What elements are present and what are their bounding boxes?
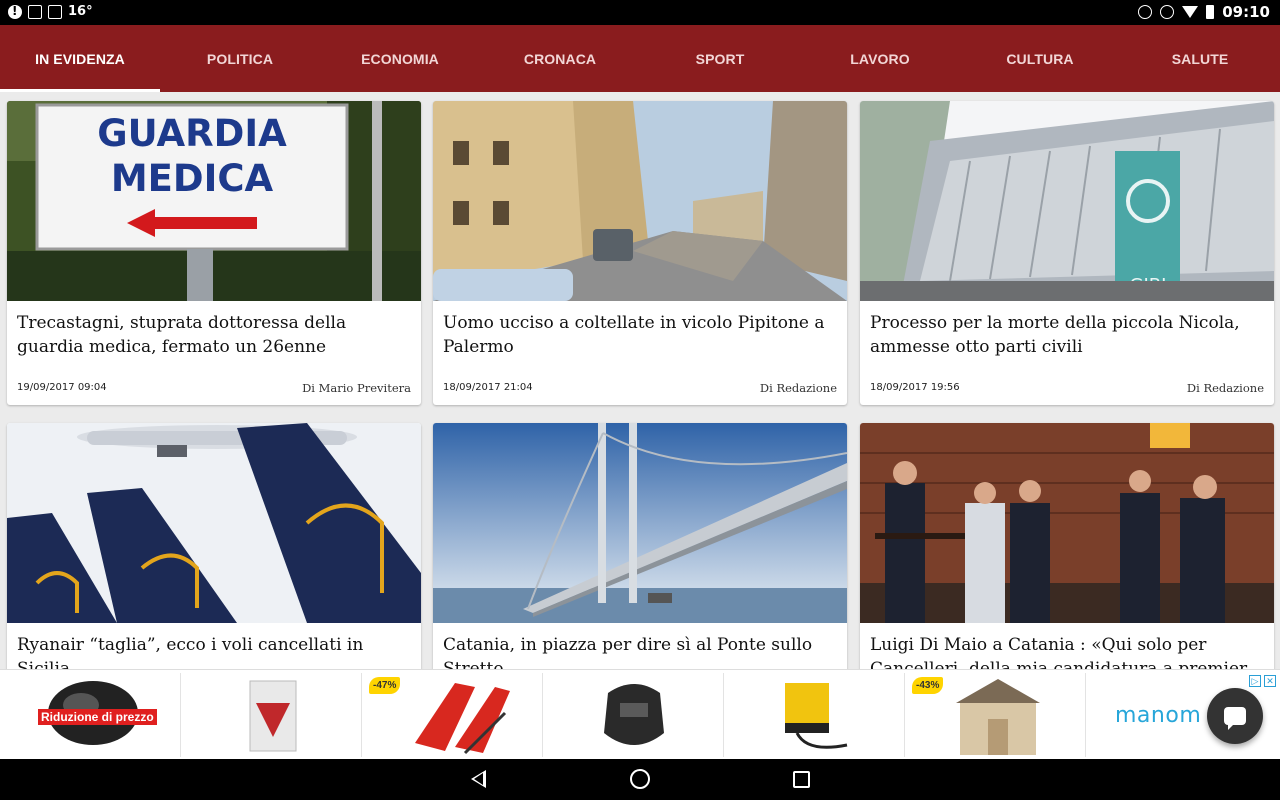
article-image: GUARDIA MEDICA xyxy=(7,101,421,301)
tab-economia[interactable]: ECONOMIA xyxy=(320,25,480,92)
article-image xyxy=(433,423,847,623)
ad-info-icon[interactable]: ▷ xyxy=(1249,675,1261,687)
sync-icon xyxy=(1138,5,1153,19)
ad-product-image xyxy=(249,680,297,752)
article-date: 18/09/2017 21:04 xyxy=(443,382,533,393)
status-bar-right: 09:10 xyxy=(1138,3,1270,21)
ad-item-welding-mask[interactable]: Riduzione di prezzo xyxy=(3,673,181,757)
image-icon xyxy=(48,4,62,19)
article-title: Luigi Di Maio a Catania : «Qui solo per … xyxy=(870,635,1248,669)
status-temperature: 16° xyxy=(68,4,93,19)
article-author: Di Redazione xyxy=(1186,381,1264,395)
chat-icon xyxy=(1224,707,1246,730)
alarm-icon xyxy=(1160,5,1175,19)
article-date: 18/09/2017 19:56 xyxy=(870,382,960,393)
sign-line-1: GUARDIA xyxy=(97,112,287,155)
tab-politica[interactable]: POLITICA xyxy=(160,25,320,92)
article-title: Processo per la morte della piccola Nico… xyxy=(870,313,1240,357)
bridge-image xyxy=(433,423,847,623)
status-time: 09:10 xyxy=(1222,3,1270,21)
article-image xyxy=(860,423,1274,623)
article-author: Di Mario Previtera xyxy=(302,381,411,395)
ad-item-welder[interactable] xyxy=(727,673,905,757)
home-icon[interactable] xyxy=(630,769,650,789)
tab-lavoro[interactable]: LAVORO xyxy=(800,25,960,92)
article-card[interactable]: Uomo ucciso a coltellate in vicolo Pipit… xyxy=(433,101,847,405)
ad-product-image xyxy=(785,683,848,749)
article-card[interactable]: GUARDIA MEDICA Trecastagni, stuprata dot… xyxy=(7,101,421,405)
system-navigation-bar xyxy=(0,759,1280,800)
tab-cultura[interactable]: CULTURA xyxy=(960,25,1120,92)
ad-banner: Riduzione di prezzo -47% -43% manom ▷ ✕ xyxy=(0,669,1280,759)
ad-price-badge: Riduzione di prezzo xyxy=(38,709,157,725)
ryanair-image xyxy=(7,423,421,623)
tab-cronaca[interactable]: CRONACA xyxy=(480,25,640,92)
article-image xyxy=(433,101,847,301)
ad-close-icon[interactable]: ✕ xyxy=(1264,675,1276,687)
ad-brand-logo: manom xyxy=(1115,703,1202,728)
chat-button[interactable] xyxy=(1207,688,1263,744)
article-card[interactable]: Ryanair “taglia”, ecco i voli cancellati… xyxy=(7,423,421,669)
article-title: Trecastagni, stuprata dottoressa della g… xyxy=(17,313,347,357)
ad-discount-badge: -43% xyxy=(912,677,944,694)
tab-salute[interactable]: SALUTE xyxy=(1120,25,1280,92)
status-bar-left: 16° xyxy=(8,4,93,19)
article-title: Catania, in piazza per dire sì al Ponte … xyxy=(443,635,813,669)
ad-item-car-ramps[interactable]: -47% xyxy=(365,673,543,757)
recent-apps-icon[interactable] xyxy=(793,771,810,788)
ad-choices[interactable]: ▷ ✕ xyxy=(1249,675,1276,687)
article-title: Ryanair “taglia”, ecco i voli cancellati… xyxy=(17,635,364,669)
article-image: GIBI xyxy=(860,101,1274,301)
ad-discount-badge: -47% xyxy=(369,677,401,694)
tab-sport[interactable]: SPORT xyxy=(640,25,800,92)
article-card[interactable]: GIBI Processo per la morte della piccola… xyxy=(860,101,1274,405)
building-image: GIBI xyxy=(860,101,1274,301)
street-image xyxy=(433,101,847,301)
back-icon[interactable] xyxy=(471,770,486,788)
article-card[interactable]: Catania, in piazza per dire sì al Ponte … xyxy=(433,423,847,669)
status-bar: 16° 09:10 xyxy=(0,0,1280,25)
sign-line-2: MEDICA xyxy=(111,157,274,200)
news-icon xyxy=(28,4,42,19)
category-tabs: IN EVIDENZA POLITICA ECONOMIA CRONACA SP… xyxy=(0,25,1280,92)
wifi-icon xyxy=(1182,6,1199,18)
article-image xyxy=(7,423,421,623)
article-author: Di Redazione xyxy=(759,381,837,395)
article-title: Uomo ucciso a coltellate in vicolo Pipit… xyxy=(443,313,825,357)
conference-image xyxy=(860,423,1274,623)
guardia-medica-image: GUARDIA MEDICA xyxy=(7,101,421,301)
article-grid: GUARDIA MEDICA Trecastagni, stuprata dot… xyxy=(0,92,1280,669)
article-date: 19/09/2017 09:04 xyxy=(17,382,107,393)
article-card[interactable]: Luigi Di Maio a Catania : «Qui solo per … xyxy=(860,423,1274,669)
ad-item-shed[interactable]: -43% xyxy=(908,673,1086,757)
tab-in-evidenza[interactable]: IN EVIDENZA xyxy=(0,25,160,92)
alert-icon xyxy=(8,4,22,19)
ad-item-helmet[interactable] xyxy=(546,673,724,757)
ad-item-magnet[interactable] xyxy=(184,673,362,757)
battery-icon xyxy=(1206,5,1215,19)
ad-product-image xyxy=(604,684,664,745)
